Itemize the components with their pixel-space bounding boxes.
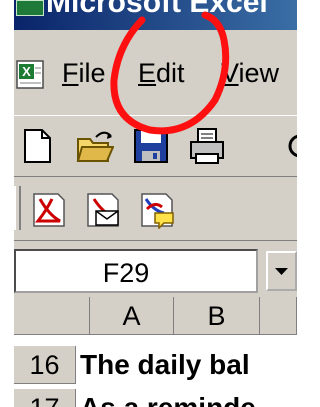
chevron-down-icon (275, 268, 288, 275)
column-header-b[interactable]: B (174, 297, 260, 335)
standard-toolbar (14, 115, 297, 177)
menu-file[interactable]: File (62, 53, 106, 93)
save-disk-icon[interactable] (132, 127, 170, 165)
column-header-a[interactable]: A (90, 297, 174, 335)
column-header-c[interactable] (260, 297, 297, 335)
name-box-dropdown-button[interactable] (266, 251, 297, 291)
worksheet-grid: A B 16 The daily bal 17 As a reminde (14, 297, 297, 407)
excel-document-icon[interactable]: X (16, 60, 46, 90)
more-icon[interactable] (284, 127, 297, 165)
formula-bar: F29 (14, 245, 297, 297)
convert-and-send-for-review-icon[interactable] (138, 191, 176, 229)
new-document-icon[interactable] (18, 127, 56, 165)
cell-a17[interactable]: As a reminde (80, 389, 256, 407)
row-header-16[interactable]: 16 (14, 346, 76, 384)
select-all-corner[interactable] (14, 297, 90, 335)
menu-bar: X File Edit View (14, 47, 297, 103)
open-folder-icon[interactable] (76, 127, 114, 165)
menu-view[interactable]: View (221, 53, 279, 93)
row-header-17[interactable]: 17 (14, 389, 76, 407)
svg-text:X: X (22, 64, 31, 79)
window-title: Microsoft Excel (46, 0, 268, 19)
name-box[interactable]: F29 (14, 249, 258, 293)
title-bar: Microsoft Excel (14, 0, 297, 30)
toolbar-grip[interactable] (14, 186, 21, 230)
convert-and-email-pdf-icon[interactable] (84, 191, 122, 229)
excel-window: Microsoft Excel X File Edit View F29 A B… (14, 0, 297, 407)
cell-a16[interactable]: The daily bal (80, 346, 250, 384)
pdf-toolbar (14, 180, 297, 241)
menu-edit[interactable]: Edit (132, 53, 191, 93)
excel-app-icon (16, 0, 44, 16)
print-icon[interactable] (188, 127, 226, 165)
convert-to-pdf-icon[interactable] (30, 191, 68, 229)
